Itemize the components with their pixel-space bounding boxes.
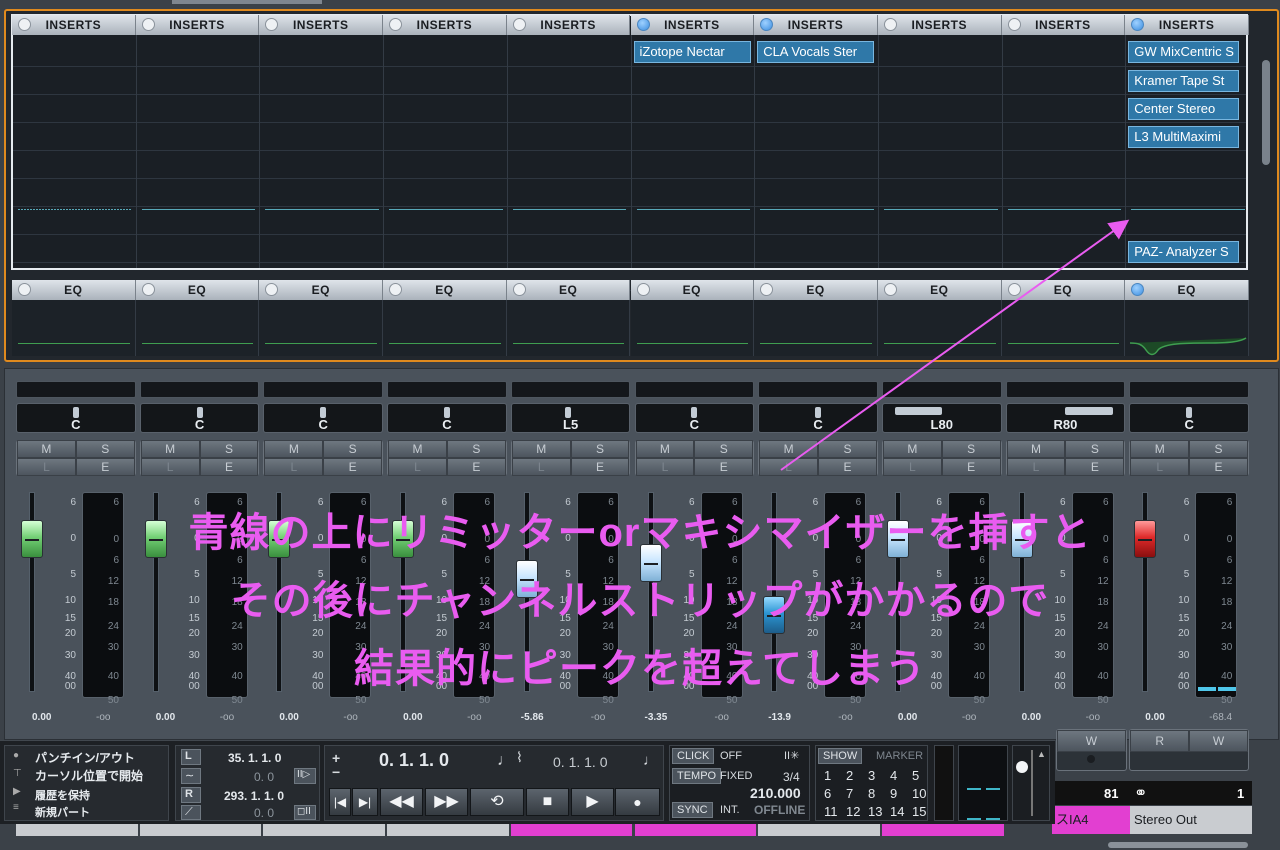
marker-button-4[interactable]: 4: [890, 768, 897, 783]
marker-panel: SHOW MARKER 1 2 3 4 5 6 7 8 9 10 11 12 13 14 15: [815, 745, 928, 821]
marker-button-1[interactable]: 1: [824, 768, 831, 783]
menu-icon-1: ●: [13, 750, 20, 761]
marker-button-13[interactable]: 13: [868, 804, 882, 819]
tempo-mode: FIXED: [720, 770, 753, 782]
master-volume-knob[interactable]: [1016, 761, 1028, 773]
master-meter: [958, 745, 1008, 821]
metronome-icon: ⌇: [516, 749, 523, 765]
play-button[interactable]: ▶: [571, 788, 614, 816]
tempo-panel: CLICK OFF II✳ TEMPO FIXED 3/4 210.000 SY…: [669, 745, 810, 821]
punch-out-icon[interactable]: ◻II: [294, 805, 316, 820]
menu-item[interactable]: 新規パート: [35, 804, 90, 820]
cycle-button[interactable]: ⟲: [470, 788, 524, 816]
marker-button-2[interactable]: 2: [846, 768, 853, 783]
marker-button-10[interactable]: 10: [912, 786, 926, 801]
note-icon-2: ♩: [643, 752, 658, 769]
sync-button[interactable]: SYNC: [672, 802, 713, 818]
annotation-arrow: [780, 219, 1130, 471]
rewind-button[interactable]: ◀◀: [380, 788, 423, 816]
tempo-button[interactable]: TEMPO: [672, 768, 722, 784]
click-value: OFF: [720, 750, 742, 762]
position-panel: + − 0. 1. 1. 0 ♩ ⌇ 0. 1. 1. 0 ♩ |◀ ▶| ◀◀ ▶▶…: [324, 745, 664, 821]
side-meter-button[interactable]: [934, 745, 954, 821]
right-locator-value[interactable]: 293. 1. 1. 0: [224, 789, 284, 803]
annotation-line-2: その後にチャンネルストリップがかかるので: [230, 579, 1050, 623]
primary-time-display[interactable]: 0. 1. 1. 0: [379, 750, 449, 771]
go-end-button[interactable]: ▶|: [352, 788, 378, 816]
time-signature[interactable]: 3/4: [783, 770, 800, 784]
nudge-minus-icon[interactable]: −: [332, 764, 340, 780]
forward-button[interactable]: ▶▶: [425, 788, 468, 816]
marker-button-8[interactable]: 8: [868, 786, 875, 801]
left-locator-value[interactable]: 35. 1. 1. 0: [228, 751, 281, 765]
sync-status: OFFLINE: [754, 803, 806, 817]
marker-button-3[interactable]: 3: [868, 768, 875, 783]
left-curve-icon: ∼: [181, 768, 201, 784]
menu-item[interactable]: 履歴を保持: [35, 787, 90, 803]
locators-panel: L 35. 1. 1. 0 ∼ 0. 0 II▷ R 293. 1. 1. 0 …: [175, 745, 320, 821]
note-icon: ♩: [497, 752, 513, 769]
stop-button[interactable]: ■: [526, 788, 569, 816]
transport-bar: ● ⊤ ▶ ≡ パンチイン/アウト カーソル位置で開始 履歴を保持 新規パート …: [0, 740, 1055, 824]
show-markers-button[interactable]: SHOW: [818, 748, 863, 764]
record-button[interactable]: ●: [615, 788, 660, 816]
scroll-up-icon[interactable]: ▲: [1037, 749, 1046, 759]
right-curve-icon: ⟋: [181, 805, 201, 820]
marker-button-7[interactable]: 7: [846, 786, 853, 801]
annotation-line-3: 結果的にピークを超えてしまう: [354, 647, 926, 691]
tempo-value[interactable]: 210.000: [750, 785, 801, 801]
master-volume-fader[interactable]: ▲: [1012, 745, 1050, 821]
punch-in-icon[interactable]: II▷: [294, 768, 316, 784]
menu-item[interactable]: パンチイン/アウト: [35, 749, 135, 766]
menu-icon-2: ⊤: [13, 768, 22, 779]
secondary-time-display[interactable]: 0. 1. 1. 0: [553, 754, 607, 770]
marker-button-11[interactable]: 11: [824, 804, 838, 819]
marker-button-6[interactable]: 6: [824, 786, 831, 801]
left-locator-icon[interactable]: L: [181, 749, 201, 765]
marker-button-15[interactable]: 15: [912, 804, 926, 819]
go-start-button[interactable]: |◀: [329, 788, 351, 816]
left-locator-sub: 0. 0: [254, 770, 275, 784]
right-locator-icon[interactable]: R: [181, 787, 201, 803]
marker-button-14[interactable]: 14: [890, 804, 904, 819]
sync-mode: INT.: [720, 804, 740, 816]
marker-button-12[interactable]: 12: [846, 804, 860, 819]
menu-item[interactable]: カーソル位置で開始: [35, 767, 143, 784]
marker-button-5[interactable]: 5: [912, 768, 919, 783]
marker-title: MARKER: [876, 750, 924, 762]
marker-button-9[interactable]: 9: [890, 786, 897, 801]
annotation-line-1: 青線の上にリミッターorマキシマイザーを挿すと: [188, 511, 1092, 555]
click-button[interactable]: CLICK: [672, 748, 715, 764]
right-locator-sub: 0. 0: [254, 806, 275, 820]
menu-icon-3: ▶: [13, 786, 21, 797]
menu-icon-4: ≡: [13, 802, 19, 813]
click-settings-icon[interactable]: II✳: [784, 749, 799, 762]
transport-options-menu: ● ⊤ ▶ ≡ パンチイン/アウト カーソル位置で開始 履歴を保持 新規パート: [4, 745, 169, 821]
